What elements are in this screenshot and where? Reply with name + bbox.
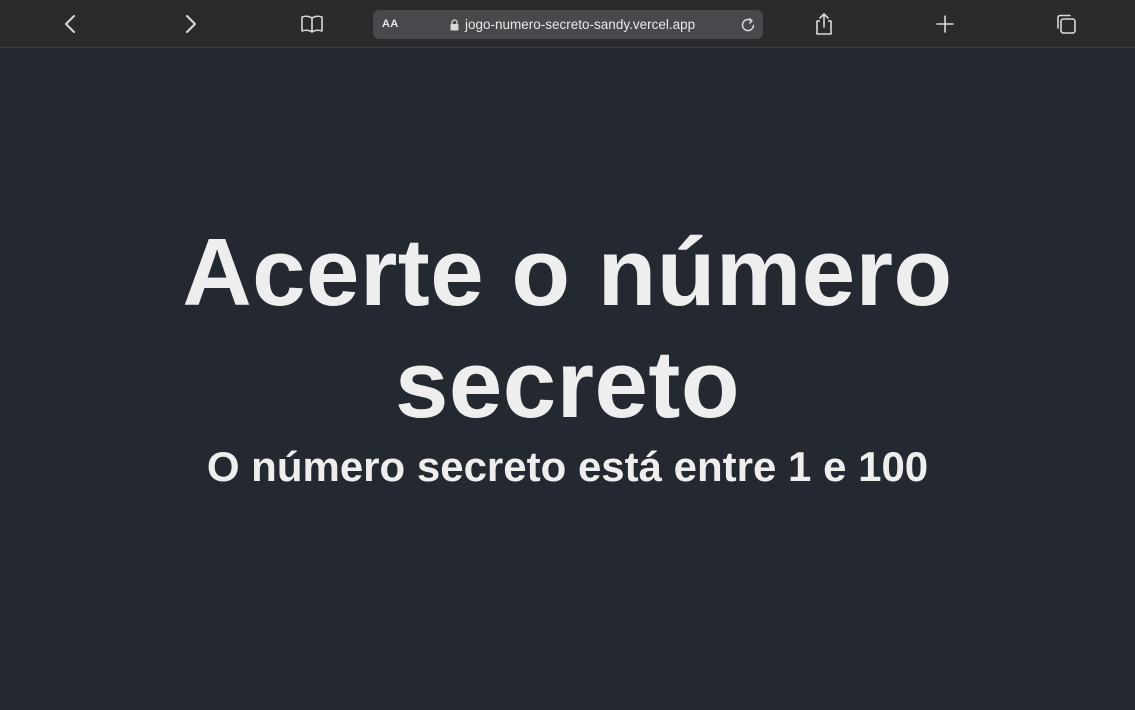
tabs-icon [1057, 14, 1076, 34]
address-bar[interactable]: AA jogo-numero-secreto-sandy.vercel.app [373, 10, 763, 39]
forward-button[interactable] [174, 8, 208, 40]
reload-icon [741, 18, 755, 32]
tabs-button[interactable] [1049, 8, 1083, 40]
new-tab-button[interactable] [928, 8, 962, 40]
chevron-right-icon [186, 15, 196, 33]
reader-button[interactable] [295, 8, 329, 40]
book-icon [301, 15, 323, 33]
share-button[interactable] [807, 8, 841, 40]
text-size-button[interactable]: AA [382, 18, 399, 30]
url-text[interactable]: jogo-numero-secreto-sandy.vercel.app [465, 17, 695, 32]
plus-icon [936, 15, 954, 33]
page-subtitle: O número secreto está entre 1 e 100 [206, 443, 929, 490]
chevron-left-icon [65, 15, 75, 33]
url-container[interactable]: jogo-numero-secreto-sandy.vercel.app [450, 10, 695, 39]
page-content: Acerte o número secreto O número secreto… [0, 49, 1135, 710]
share-icon [816, 13, 832, 35]
back-button[interactable] [53, 8, 87, 40]
reload-button[interactable] [738, 15, 758, 35]
page-title: Acerte o número secreto [182, 219, 953, 438]
lock-icon [450, 18, 459, 31]
browser-toolbar: AA jogo-numero-secreto-sandy.vercel.app [0, 0, 1135, 48]
